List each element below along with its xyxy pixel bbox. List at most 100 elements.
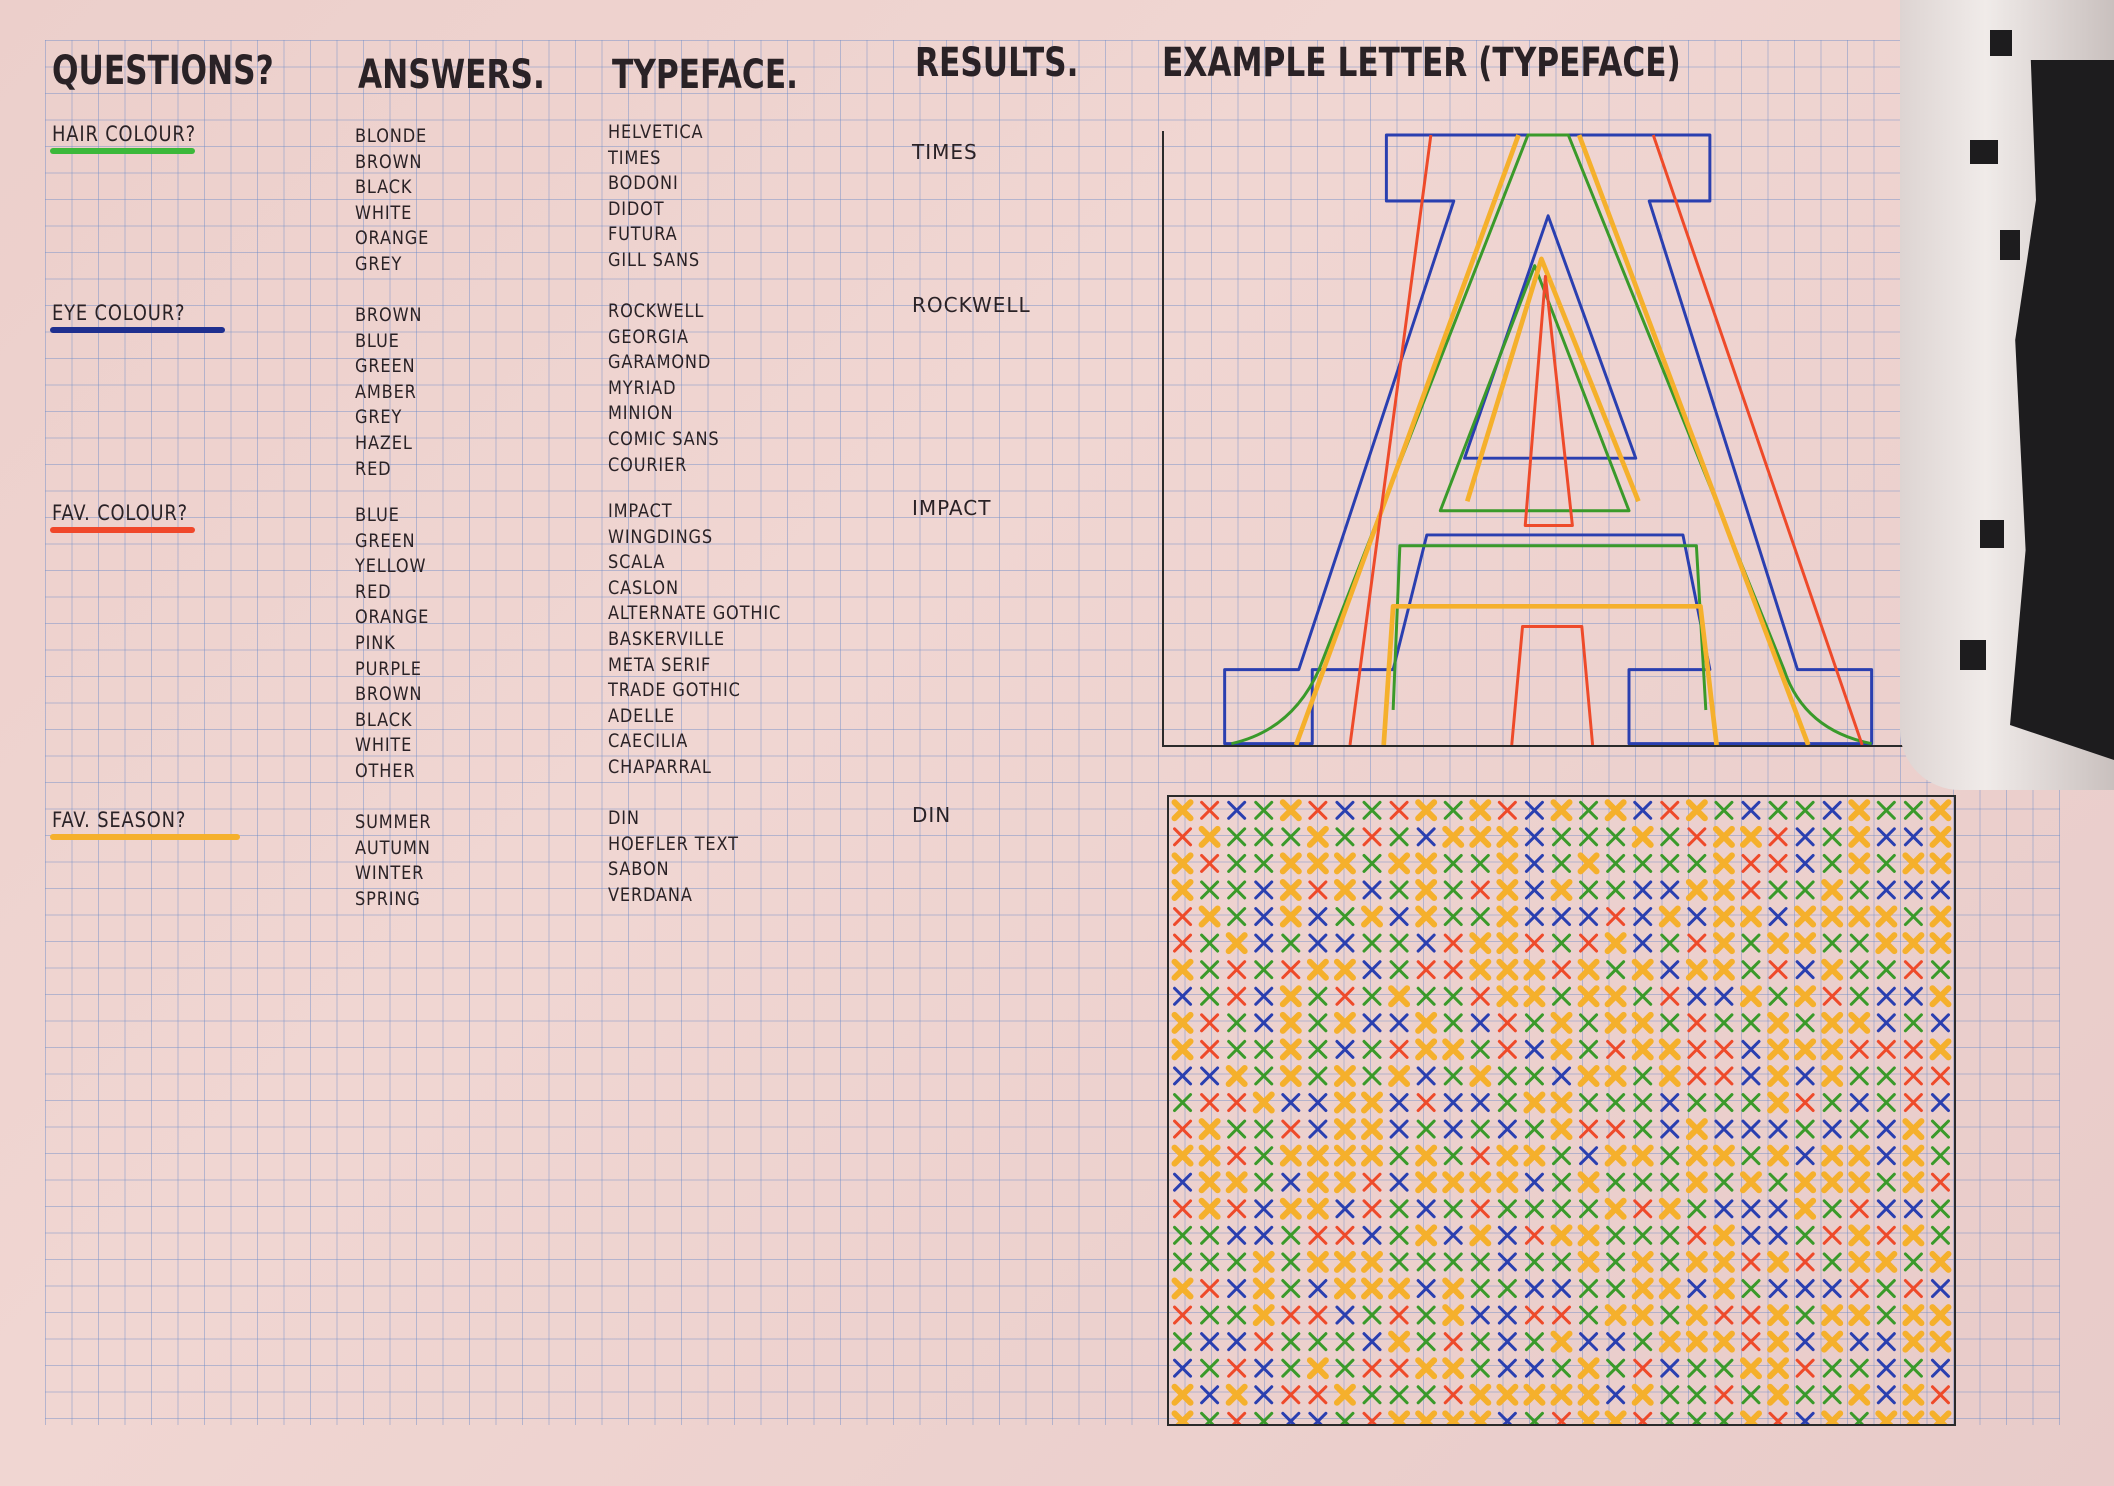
cross-mark [1497, 1066, 1517, 1086]
cross-mark [1416, 960, 1436, 980]
cross-mark [1821, 905, 1844, 928]
cross-mark [1848, 1144, 1871, 1167]
cross-mark [1577, 1224, 1600, 1247]
cross-mark [1335, 933, 1355, 953]
cross-mark-grid [1167, 795, 1956, 1426]
cross-mark [1523, 985, 1546, 1008]
cross-mark [1712, 1330, 1735, 1353]
cross-mark [1469, 825, 1492, 848]
typeface-item: Helvetica [608, 121, 704, 143]
cross-mark [1416, 1093, 1436, 1113]
cross-mark [1173, 1199, 1193, 1219]
cross-mark [1658, 1038, 1681, 1061]
cross-mark [1579, 1093, 1599, 1113]
cross-mark [1687, 1093, 1707, 1113]
cross-mark [1388, 1410, 1411, 1424]
cross-mark [1389, 1305, 1409, 1325]
cross-mark [1200, 960, 1220, 980]
cross-mark [1523, 1144, 1546, 1167]
cross-mark [1741, 1146, 1761, 1166]
cross-mark [1577, 985, 1600, 1008]
cross-mark [1604, 1410, 1627, 1424]
cross-mark [1876, 1199, 1896, 1219]
cross-mark [1524, 1039, 1544, 1059]
cross-mark [1279, 905, 1302, 928]
cross-mark [1279, 985, 1302, 1008]
cross-mark [1768, 853, 1788, 873]
cross-mark [1902, 1224, 1925, 1247]
cross-mark [1200, 986, 1220, 1006]
cross-mark [1929, 905, 1952, 928]
cross-mark [1714, 1039, 1734, 1059]
cross-mark [1631, 825, 1654, 848]
cross-mark [1660, 1146, 1680, 1166]
cross-mark [1687, 1199, 1707, 1219]
answers-list: Blue Green Yellow Red Orange Pink Purple Brown B… [355, 503, 429, 785]
green-counter [1438, 264, 1631, 513]
cross-mark [1929, 852, 1952, 875]
cross-mark [1633, 880, 1653, 900]
cross-mark [1389, 1172, 1409, 1192]
cross-mark [1821, 1304, 1844, 1327]
cross-mark [1876, 1172, 1896, 1192]
cross-mark [1767, 1091, 1790, 1114]
cross-mark [1496, 852, 1519, 875]
cross-mark [1362, 1172, 1382, 1192]
cross-mark [1308, 1225, 1328, 1245]
cross-mark [1497, 1279, 1517, 1299]
cross-mark [1795, 1093, 1815, 1113]
cross-mark [1389, 907, 1409, 927]
cross-mark [1903, 1279, 1923, 1299]
cross-mark [1606, 1385, 1626, 1405]
cross-mark [1660, 1358, 1680, 1378]
cross-mark [1470, 1279, 1490, 1299]
cross-mark [1606, 1332, 1626, 1352]
cross-mark [1768, 1411, 1788, 1424]
cross-mark [1579, 1119, 1599, 1139]
cross-mark [1687, 907, 1707, 927]
answer-item: Brown [355, 304, 423, 326]
cross-mark [1741, 1039, 1761, 1059]
cross-mark [1416, 1119, 1436, 1139]
cross-mark [1281, 1225, 1301, 1245]
cross-mark [1821, 1064, 1844, 1087]
cross-mark [1469, 932, 1492, 955]
cross-mark [1227, 1093, 1247, 1113]
cross-mark [1579, 933, 1599, 953]
cross-mark [1389, 1039, 1409, 1059]
answer-item: Summer [355, 811, 432, 833]
cross-mark [1552, 907, 1571, 927]
cross-mark [1687, 1225, 1707, 1245]
cross-mark [1443, 1146, 1463, 1166]
cross-mark [1389, 880, 1409, 900]
cross-mark [1604, 932, 1627, 955]
cross-mark [1389, 1093, 1409, 1113]
cross-mark [1741, 1252, 1761, 1272]
cross-mark [1497, 1252, 1517, 1272]
cross-mark [1903, 1358, 1923, 1378]
cross-mark [1930, 1146, 1950, 1166]
cross-mark [1361, 1144, 1384, 1167]
cross-mark [1254, 827, 1274, 847]
cross-mark [1767, 1144, 1790, 1167]
cross-mark [1306, 958, 1329, 981]
cross-mark [1335, 1332, 1355, 1352]
cross-mark [1741, 1279, 1761, 1299]
cross-mark [1714, 1093, 1734, 1113]
cross-mark [1443, 1199, 1463, 1219]
cross-mark [1306, 1357, 1329, 1380]
cross-mark [1389, 1119, 1409, 1139]
cross-mark [1633, 1199, 1653, 1219]
cross-mark [1306, 1144, 1329, 1167]
cross-mark [1497, 800, 1517, 820]
cross-mark [1173, 1172, 1193, 1192]
cross-mark [1685, 1304, 1708, 1327]
cross-mark [1577, 1383, 1600, 1406]
cross-mark [1604, 1064, 1627, 1087]
cross-mark [1714, 1066, 1734, 1086]
cross-mark [1741, 1305, 1761, 1325]
cross-mark [1524, 1119, 1544, 1139]
typefaces-list: Impact Wingdings Scala Caslon Alternate Goth… [608, 499, 781, 781]
cross-mark [1552, 1305, 1571, 1325]
cross-mark [1875, 905, 1898, 928]
